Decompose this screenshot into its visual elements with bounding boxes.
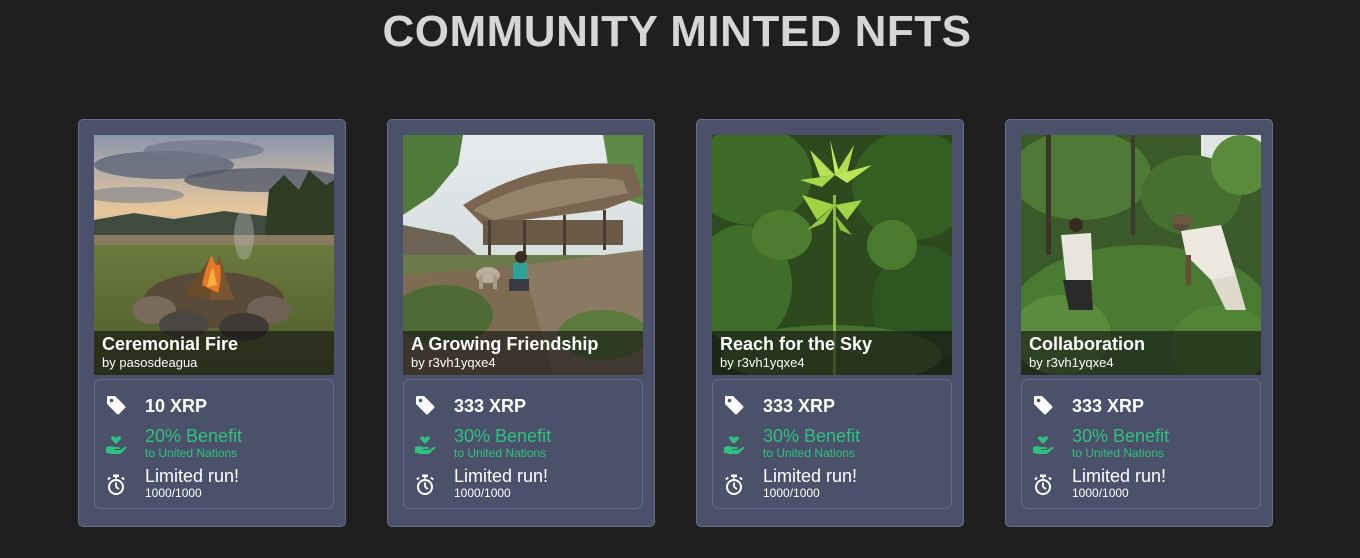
benefit-recipient: to United Nations: [454, 446, 547, 460]
benefit-row: 30% Benefit to United Nations: [713, 427, 951, 463]
price-row: 10 XRP: [95, 394, 333, 420]
benefit-row: 30% Benefit to United Nations: [404, 427, 642, 463]
limited-run-label: Limited run!: [1072, 466, 1167, 486]
nft-title: Reach for the Sky: [720, 334, 873, 354]
edition-count: 1000/1000: [145, 486, 202, 500]
benefit-percent: 20% Benefit: [145, 426, 243, 446]
benefit-recipient: to United Nations: [145, 446, 238, 460]
nft-author[interactable]: by pasosdeagua: [102, 355, 326, 370]
nft-price: 333 XRP: [1072, 396, 1145, 416]
nft-card-ceremonial-fire[interactable]: Ceremonial Fire by pasosdeagua 10 XRP 20…: [78, 119, 346, 527]
benefit-percent: 30% Benefit: [454, 426, 552, 446]
edition-count: 1000/1000: [454, 486, 511, 500]
nft-price: 10 XRP: [145, 396, 208, 416]
price-tag-icon: [723, 394, 745, 416]
stopwatch-icon: [105, 474, 127, 496]
nft-caption: A Growing Friendship by r3vh1yqxe4: [403, 331, 643, 375]
stopwatch-icon: [414, 474, 436, 496]
edition-count: 1000/1000: [763, 486, 820, 500]
benefit-percent: 30% Benefit: [763, 426, 861, 446]
benefit-row: 20% Benefit to United Nations: [95, 427, 333, 463]
nft-author[interactable]: by r3vh1yqxe4: [411, 355, 635, 370]
limited-row: Limited run! 1000/1000: [1022, 467, 1260, 503]
hand-heart-icon: [414, 434, 436, 456]
nft-info-box: 333 XRP 30% Benefit to United Nations Li…: [1021, 379, 1261, 509]
limited-row: Limited run! 1000/1000: [95, 467, 333, 503]
price-tag-icon: [414, 394, 436, 416]
price-tag-icon: [105, 394, 127, 416]
nft-title: Ceremonial Fire: [102, 334, 239, 354]
nft-info-box: 333 XRP 30% Benefit to United Nations Li…: [712, 379, 952, 509]
benefit-row: 30% Benefit to United Nations: [1022, 427, 1260, 463]
price-row: 333 XRP: [713, 394, 951, 420]
nft-caption: Ceremonial Fire by pasosdeagua: [94, 331, 334, 375]
hand-heart-icon: [723, 434, 745, 456]
benefit-recipient: to United Nations: [763, 446, 856, 460]
nft-card-collaboration[interactable]: Collaboration by r3vh1yqxe4 333 XRP 30% …: [1005, 119, 1273, 527]
nft-image[interactable]: Ceremonial Fire by pasosdeagua: [94, 135, 334, 375]
nft-card-reach-for-the-sky[interactable]: Reach for the Sky by r3vh1yqxe4 333 XRP …: [696, 119, 964, 527]
limited-run-label: Limited run!: [145, 466, 240, 486]
price-row: 333 XRP: [1022, 394, 1260, 420]
stopwatch-icon: [723, 474, 745, 496]
nft-card-a-growing-friendship[interactable]: A Growing Friendship by r3vh1yqxe4 333 X…: [387, 119, 655, 527]
nft-price: 333 XRP: [454, 396, 527, 416]
nft-author[interactable]: by r3vh1yqxe4: [1029, 355, 1253, 370]
benefit-percent: 30% Benefit: [1072, 426, 1170, 446]
nft-caption: Reach for the Sky by r3vh1yqxe4: [712, 331, 952, 375]
page-title: COMMUNITY MINTED NFTS: [382, 7, 972, 56]
nft-caption: Collaboration by r3vh1yqxe4: [1021, 331, 1261, 375]
limited-row: Limited run! 1000/1000: [713, 467, 951, 503]
limited-row: Limited run! 1000/1000: [404, 467, 642, 503]
nft-author[interactable]: by r3vh1yqxe4: [720, 355, 944, 370]
limited-run-label: Limited run!: [454, 466, 549, 486]
nft-price: 333 XRP: [763, 396, 836, 416]
hand-heart-icon: [1032, 434, 1054, 456]
price-tag-icon: [1032, 394, 1054, 416]
benefit-recipient: to United Nations: [1072, 446, 1165, 460]
limited-run-label: Limited run!: [763, 466, 858, 486]
hand-heart-icon: [105, 434, 127, 456]
nft-info-box: 10 XRP 20% Benefit to United Nations Lim…: [94, 379, 334, 509]
price-row: 333 XRP: [404, 394, 642, 420]
stopwatch-icon: [1032, 474, 1054, 496]
edition-count: 1000/1000: [1072, 486, 1129, 500]
nft-image[interactable]: Reach for the Sky by r3vh1yqxe4: [712, 135, 952, 375]
nft-title: A Growing Friendship: [411, 334, 599, 354]
nft-image[interactable]: Collaboration by r3vh1yqxe4: [1021, 135, 1261, 375]
nft-title: Collaboration: [1029, 334, 1145, 354]
nft-info-box: 333 XRP 30% Benefit to United Nations Li…: [403, 379, 643, 509]
nft-gallery-page: COMMUNITY MINTED NFTS Ceremonial Fire by…: [0, 0, 1360, 558]
nft-image[interactable]: A Growing Friendship by r3vh1yqxe4: [403, 135, 643, 375]
